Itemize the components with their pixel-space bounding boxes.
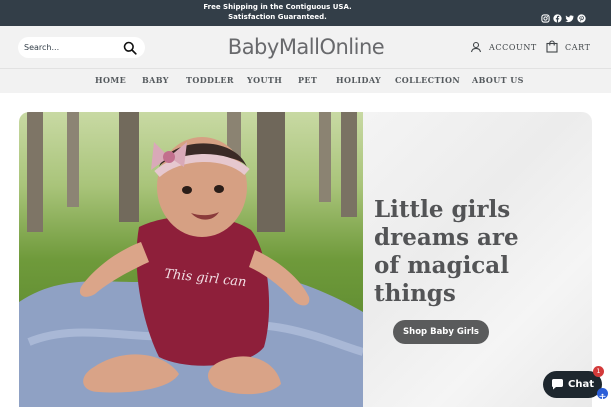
social-links [541,8,586,23]
cart-bag-icon [546,38,558,57]
nav-youth[interactable]: YOUTH [247,75,282,85]
search-input[interactable] [24,40,119,55]
chat-button[interactable]: Chat [543,371,602,398]
headline-line-3: of magical [374,252,509,279]
announcement-shipping: Free Shipping in the Contiguous USA. [203,3,352,11]
nav-about-us[interactable]: ABOUT US [472,75,524,85]
hero-headline: Little girls dreams are of magical thing… [374,196,574,308]
announcement-bar: Free Shipping in the Contiguous USA. Sat… [0,0,611,26]
chat-unread-badge: 1 [593,366,604,377]
account-link[interactable]: ACCOUNT [470,40,537,54]
cart-label: CART [565,42,591,52]
site-logo[interactable]: BabyMallOnline [226,34,386,60]
main-nav: HOME BABY TODDLER YOUTH PET HOLIDAY COLL… [0,68,611,93]
site-header: BabyMallOnline ACCOUNT CART [0,26,611,68]
nav-home[interactable]: HOME [95,75,126,85]
twitter-icon[interactable] [565,8,575,23]
nav-toddler[interactable]: TODDLER [186,75,234,85]
headline-line-4: things [374,280,456,307]
shop-baby-girls-button[interactable]: Shop Baby Girls [393,320,489,344]
cart-link[interactable]: CART [546,38,591,57]
pinterest-icon[interactable] [577,8,586,23]
search-icon[interactable] [123,40,137,55]
nav-baby[interactable]: BABY [142,75,169,85]
account-label: ACCOUNT [489,42,537,52]
announcement-guarantee: Satisfaction Guaranteed. [228,13,327,21]
nav-holiday[interactable]: HOLIDAY [336,75,381,85]
nav-collection[interactable]: COLLECTION [395,75,460,85]
accessibility-icon[interactable] [597,388,608,402]
nav-pet[interactable]: PET [298,75,317,85]
chat-label: Chat [568,379,594,390]
headline-line-2: dreams are [374,224,519,251]
facebook-icon[interactable] [553,8,562,23]
chat-bubble-icon [551,375,564,394]
instagram-icon[interactable] [541,8,550,23]
hero-baby-photo: This girl can [19,112,365,407]
user-icon [470,38,482,57]
headline-line-1: Little girls [374,196,511,223]
